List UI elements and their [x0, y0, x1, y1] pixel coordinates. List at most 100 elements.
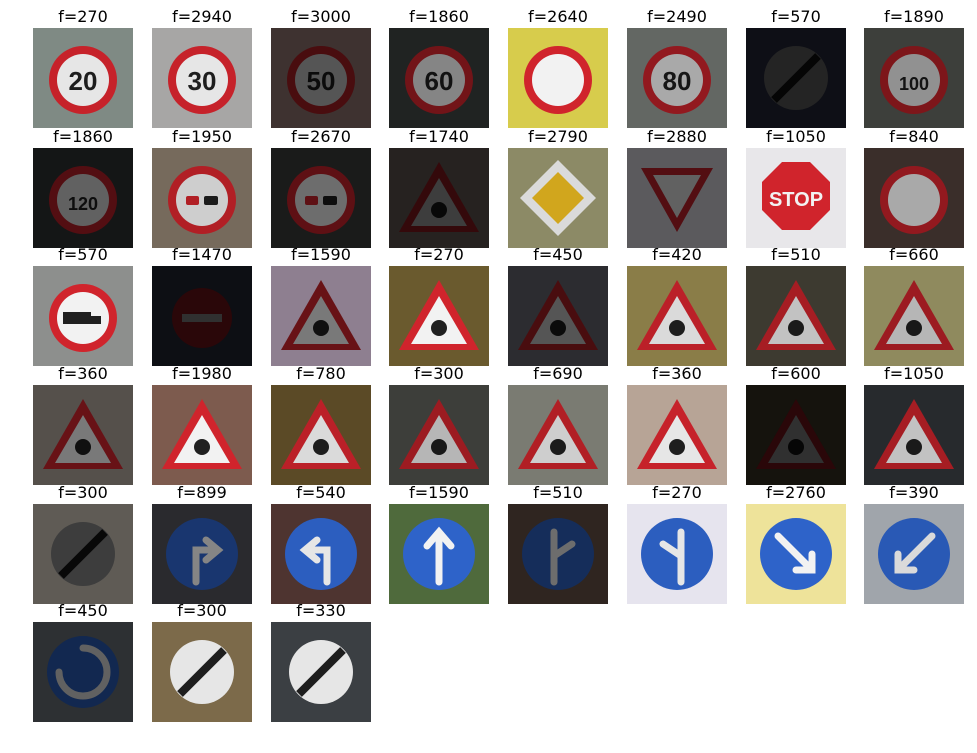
speed-limit-20-sign: 20: [33, 28, 133, 128]
sign-image: [271, 504, 371, 604]
sign-image: [152, 622, 252, 722]
sign-image: [627, 148, 727, 248]
speed-limit-80-sign: 80: [627, 28, 727, 128]
frame-label: f=300: [58, 483, 108, 502]
frame-label: f=1590: [409, 483, 469, 502]
speed-limit-60-sign: 60: [389, 28, 489, 128]
frame-label: f=1860: [53, 127, 113, 146]
frame-label: f=510: [533, 483, 583, 502]
end-no-overtaking-trucks-sign: [271, 622, 371, 722]
blue-turn-right-sign: [152, 504, 252, 604]
frame-label: f=600: [771, 364, 821, 383]
sign-image: [389, 504, 489, 604]
frame-label: f=450: [533, 245, 583, 264]
warning-triangle-sign: [627, 266, 727, 366]
frame-label: f=570: [58, 245, 108, 264]
frame-label: f=360: [652, 364, 702, 383]
frame-label: f=1590: [291, 245, 351, 264]
sign-image: 30: [152, 28, 252, 128]
warning-triangle-sign: [508, 385, 608, 485]
sign-image: [627, 504, 727, 604]
frame-label: f=2790: [528, 127, 588, 146]
sign-image: 20: [33, 28, 133, 128]
warning-triangle-sign: [389, 385, 489, 485]
warning-triangle-sign: [508, 266, 608, 366]
frame-label: f=360: [58, 364, 108, 383]
blue-straight-sign: [389, 504, 489, 604]
warning-triangle-sign: [746, 385, 846, 485]
sign-image: [152, 385, 252, 485]
sign-image: [627, 385, 727, 485]
blue-roundabout-sign: [33, 622, 133, 722]
warning-triangle-sign: [864, 385, 964, 485]
sign-image: [627, 266, 727, 366]
blue-keep-right-sign: [746, 504, 846, 604]
warning-triangle-sign: [389, 266, 489, 366]
end-restrictions-sign: [33, 504, 133, 604]
priority-road-sign: [508, 148, 608, 248]
frame-label: f=780: [296, 364, 346, 383]
sign-image: [33, 622, 133, 722]
frame-label: f=660: [889, 245, 939, 264]
frame-label: f=450: [58, 601, 108, 620]
sign-image: [271, 385, 371, 485]
sign-image: [508, 385, 608, 485]
frame-label: f=1050: [766, 127, 826, 146]
frame-label: f=3000: [291, 7, 351, 26]
sign-numeral: 30: [188, 66, 217, 96]
sign-image: [33, 266, 133, 366]
frame-label: f=270: [58, 7, 108, 26]
frame-label: f=270: [414, 245, 464, 264]
sign-image: [271, 622, 371, 722]
sign-image: [271, 148, 371, 248]
sign-image: [152, 148, 252, 248]
sign-image: [864, 504, 964, 604]
sign-image: [389, 148, 489, 248]
sign-numeral: 20: [69, 66, 98, 96]
sign-image: [864, 266, 964, 366]
warning-triangle-sign: [864, 266, 964, 366]
frame-label: f=2640: [528, 7, 588, 26]
frame-label: f=510: [771, 245, 821, 264]
no-overtaking-trucks-sign: [271, 148, 371, 248]
sign-image: [271, 266, 371, 366]
warning-triangle-sign: [746, 266, 846, 366]
speed-limit-70-sign: [508, 28, 608, 128]
no-overtaking-sign: [152, 148, 252, 248]
sign-numeral: 120: [68, 194, 98, 214]
speed-limit-120-sign: 120: [33, 148, 133, 248]
blue-turn-left-sign: [271, 504, 371, 604]
warning-triangle-sign: [152, 385, 252, 485]
sign-image: [746, 385, 846, 485]
warning-triangle-sign: [271, 385, 371, 485]
sign-image: [746, 504, 846, 604]
frame-label: f=540: [296, 483, 346, 502]
frame-label: f=1470: [172, 245, 232, 264]
frame-label: f=1860: [409, 7, 469, 26]
sign-image: 50: [271, 28, 371, 128]
end-speed-limit-sign: [746, 28, 846, 128]
sign-image: [746, 266, 846, 366]
sign-image: [746, 28, 846, 128]
stop-sign: STOP: [746, 148, 846, 248]
frame-label: f=300: [414, 364, 464, 383]
blue-straight-right-sign: [508, 504, 608, 604]
warning-triangle-sign: [389, 148, 489, 248]
sign-image: [864, 385, 964, 485]
speed-limit-50-sign: 50: [271, 28, 371, 128]
no-trucks-sign: [33, 266, 133, 366]
no-vehicles-sign: [864, 148, 964, 248]
blue-keep-left-sign: [864, 504, 964, 604]
frame-label: f=270: [652, 483, 702, 502]
frame-label: f=2760: [766, 483, 826, 502]
speed-limit-30-sign: 30: [152, 28, 252, 128]
sign-image: [864, 148, 964, 248]
frame-label: f=2880: [647, 127, 707, 146]
sign-text: STOP: [769, 189, 823, 211]
sign-numeral: 50: [307, 66, 336, 96]
sign-image: [508, 504, 608, 604]
frame-label: f=690: [533, 364, 583, 383]
speed-limit-100-sign: 100: [864, 28, 964, 128]
sign-numeral: 60: [425, 66, 454, 96]
frame-label: f=899: [177, 483, 227, 502]
